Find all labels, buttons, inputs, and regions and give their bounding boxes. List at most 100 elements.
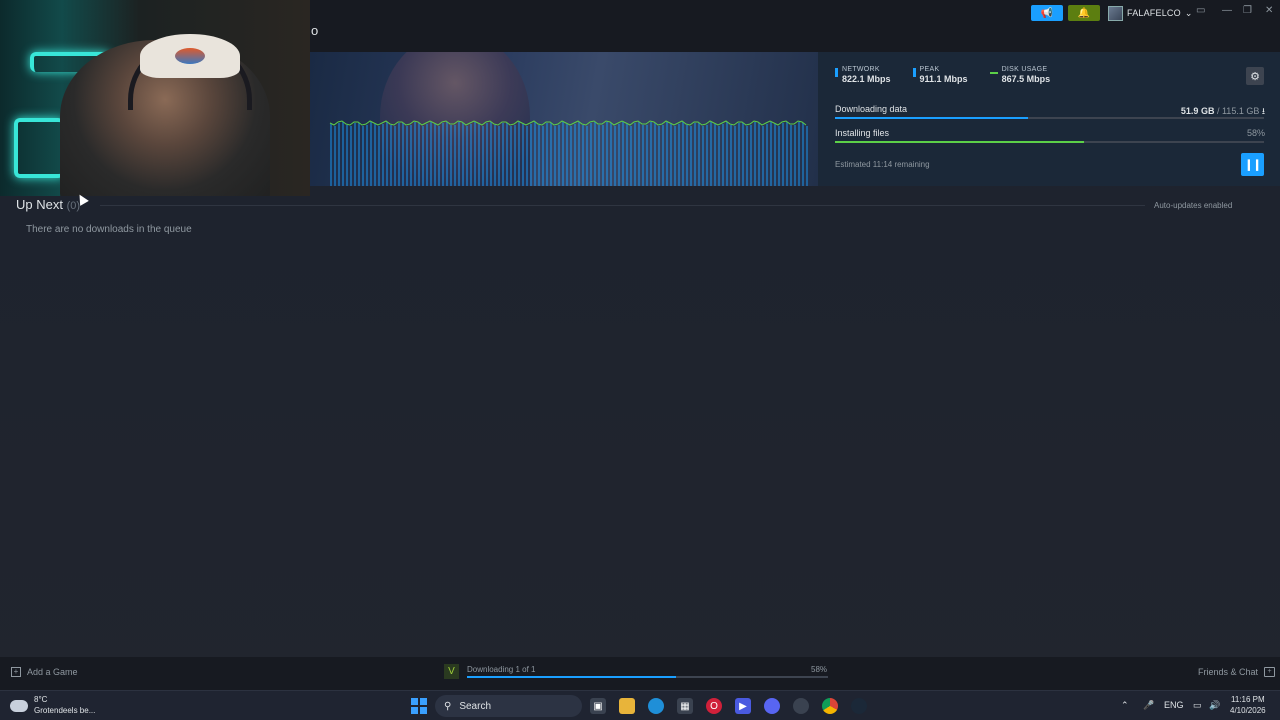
network-value: 822.1 Mbps [842,74,891,84]
downloading-row: Downloading data 51.9 GB / 115.1 GB ⭳ [835,104,1265,116]
network-graph-bar [402,123,404,186]
chrome-icon[interactable] [822,698,838,714]
network-graph-bar [750,125,752,186]
network-graph-bar [422,126,424,186]
display-icon[interactable]: ▭ [1193,700,1202,711]
peak-legend-icon [912,68,916,77]
network-graph-bar [798,122,800,186]
install-progress-bar [835,141,1264,143]
network-graph-bar [454,125,456,186]
network-graph-bar [626,124,628,186]
auto-updates-status: Auto-updates enabled [1154,201,1233,210]
network-graph-bar [706,125,708,186]
footer-download-status[interactable]: Downloading 1 of 1 [467,665,536,674]
network-graph-bar [390,125,392,186]
download-settings-button[interactable]: ⚙ [1246,67,1264,85]
add-game-button[interactable]: + Add a Game [11,667,78,677]
app-icon[interactable] [793,698,809,714]
network-graph-bar [430,122,432,186]
network-graph-bar [466,126,468,186]
network-graph-bar [806,126,808,186]
edge-icon[interactable] [648,698,664,714]
network-graph-bar [554,126,556,186]
network-graph-bar [646,125,648,186]
network-graph-bar [654,123,656,186]
notifications-button[interactable]: 🔔 [1068,5,1100,21]
microphone-icon[interactable]: 🎤 [1143,700,1154,711]
network-graph-bar [718,126,720,186]
user-menu[interactable]: FALAFELCO ⌄ [1108,4,1193,22]
network-graph-bar [458,122,460,186]
close-icon[interactable]: ✕ [1265,5,1273,16]
network-graph-bar [642,125,644,186]
network-graph-bar [722,124,724,186]
pause-icon: ❙❙ [1244,159,1261,171]
volume-icon[interactable]: 🔊 [1209,700,1220,711]
network-graph-bar [366,125,368,186]
footer-bar: + Add a Game V Downloading 1 of 1 58% Fr… [0,657,1280,690]
network-graph-bar [346,125,348,186]
network-graph-bar [786,122,788,186]
network-graph-bar [374,124,376,186]
network-graph-bar [598,125,600,186]
start-button[interactable] [411,698,427,714]
peak-value: 911.1 Mbps [919,74,968,84]
network-graph-bar [658,126,660,186]
language-indicator[interactable]: ENG [1164,700,1184,710]
discord-icon[interactable] [764,698,780,714]
network-graph-bar [790,125,792,186]
weather-widget[interactable]: 8°C Grotendeels be... [10,694,95,716]
total-size: / 115.1 GB [1216,106,1260,116]
network-graph-bar [770,122,772,186]
download-stats: NETWORK 822.1 Mbps PEAK 911.1 Mbps DISK … [835,66,1050,84]
add-game-label: Add a Game [27,667,78,677]
network-graph-bar [490,122,492,186]
announcements-button[interactable]: 📢 [1031,5,1063,21]
windows-taskbar: 8°C Grotendeels be... ⚲ Search ▣ ▦ O ▶ ⌃… [0,690,1280,720]
steam-icon[interactable] [851,698,867,714]
file-explorer-icon[interactable] [619,698,635,714]
network-graph-bar [350,126,352,186]
date: 4/10/2026 [1230,706,1266,715]
network-graph-bar [394,126,396,186]
store-icon[interactable]: ▦ [677,698,693,714]
network-graph-bar [670,124,672,186]
network-graph-bar [634,123,636,186]
minimize-icon[interactable]: — [1222,5,1232,16]
network-graph-bar [398,123,400,186]
network-graph-bar [774,124,776,186]
game-icon: V [444,664,459,679]
peak-stat: PEAK 911.1 Mbps [912,66,968,84]
friends-chat-button[interactable]: Friends & Chat + [1198,667,1276,677]
media-icon[interactable]: ▶ [735,698,751,714]
taskbar-search[interactable]: ⚲ Search [435,695,582,717]
network-stat: NETWORK 822.1 Mbps [835,66,891,84]
network-graph-bar [666,122,668,186]
footer-download-percent: 58% [811,665,828,674]
pause-button[interactable]: ❙❙ [1241,153,1264,176]
chevron-up-icon[interactable]: ⌃ [1121,700,1129,711]
network-graph-bar [570,126,572,186]
download-progress-bar [835,117,1264,119]
network-graph-bar [442,123,444,186]
network-graph-bar [674,126,676,186]
network-graph-bar [462,123,464,186]
up-next-heading: Up Next (0) [16,197,80,212]
download-icon: ⭳ [1261,106,1265,116]
network-graph-bar [426,124,428,186]
user-name: FALAFELCO [1127,8,1181,18]
big-picture-icon[interactable]: ▭ [1196,5,1205,16]
maximize-icon[interactable]: ❐ [1243,5,1252,16]
network-graph-bar [622,122,624,186]
game-artwork [310,52,818,186]
network-graph-bar [382,124,384,186]
task-view-icon[interactable]: ▣ [590,698,606,714]
footer-progress-fill [467,676,677,678]
clock[interactable]: 11:16 PM 4/10/2026 [1230,694,1266,716]
plus-icon: + [11,667,21,677]
network-graph-bar [742,123,744,186]
megaphone-icon: 📢 [1040,7,1054,19]
opera-icon[interactable]: O [706,698,722,714]
network-graph-bar [386,122,388,186]
network-graph-bar [410,125,412,186]
